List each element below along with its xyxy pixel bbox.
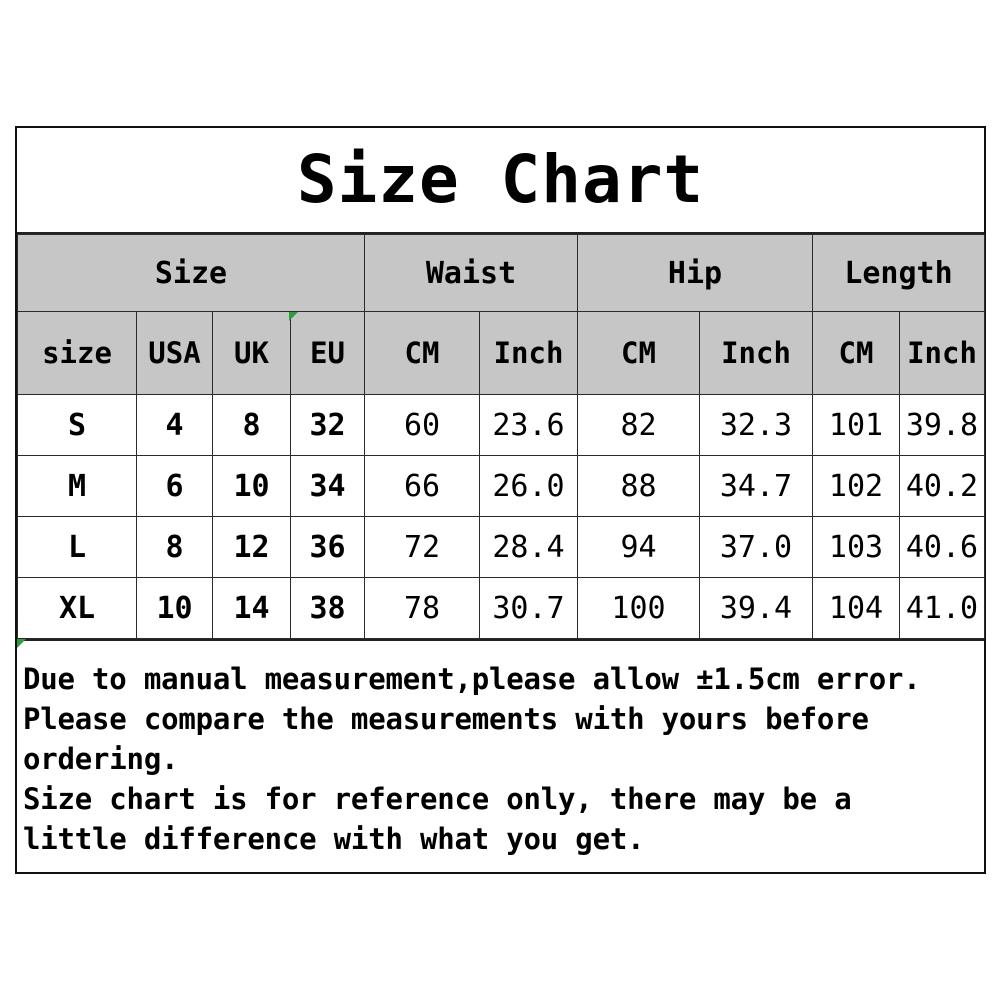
cell-3-8: 104 — [812, 577, 900, 639]
table-row: XL 10 14 38 78 30.7 100 39.4 104 41.0 — [17, 577, 985, 639]
cell-2-8: 103 — [812, 516, 900, 578]
page-title: Size Chart — [296, 141, 705, 218]
cell-1-8: 102 — [812, 455, 900, 517]
cell-2-5: 28.4 — [479, 516, 578, 578]
note-line: Please compare the measurements with you… — [23, 702, 869, 736]
table-column-header-row: size USA UK EU CM Inch CM Inch CM Inch — [17, 311, 985, 395]
size-chart-card: Size Chart Size Waist Hip Length size USA UK EU… — [15, 126, 986, 874]
cell-2-3: 36 — [290, 516, 365, 578]
cell-0-2: 8 — [212, 394, 291, 456]
cell-2-0: L — [17, 516, 137, 578]
cell-3-7: 39.4 — [699, 577, 813, 639]
cell-0-0: S — [17, 394, 137, 456]
cell-1-6: 88 — [577, 455, 700, 517]
cell-2-1: 8 — [136, 516, 213, 578]
cell-1-1: 6 — [136, 455, 213, 517]
cell-3-4: 78 — [364, 577, 480, 639]
column-header-0: size — [17, 311, 137, 395]
column-header-2: UK — [212, 311, 291, 395]
column-header-4: CM — [364, 311, 480, 395]
note-line: little difference with what you get. — [23, 822, 645, 856]
cell-1-7: 34.7 — [699, 455, 813, 517]
cell-3-1: 10 — [136, 577, 213, 639]
cell-2-4: 72 — [364, 516, 480, 578]
table-row: L 8 12 36 72 28.4 94 37.0 103 40.6 — [17, 516, 985, 578]
table-row: M 6 10 34 66 26.0 88 34.7 102 40.2 — [17, 455, 985, 517]
cell-1-0: M — [17, 455, 137, 517]
cell-1-2: 10 — [212, 455, 291, 517]
cell-1-9: 40.2 — [899, 455, 985, 517]
cell-0-1: 4 — [136, 394, 213, 456]
cell-3-9: 41.0 — [899, 577, 985, 639]
size-chart-image: Size Chart Size Waist Hip Length size USA UK EU… — [0, 0, 1001, 1001]
cell-0-5: 23.6 — [479, 394, 578, 456]
cell-2-7: 37.0 — [699, 516, 813, 578]
column-header-9: Inch — [899, 311, 985, 395]
cell-0-3: 32 — [290, 394, 365, 456]
group-header-waist: Waist — [364, 234, 578, 312]
column-header-8: CM — [812, 311, 900, 395]
measurement-notes: Due to manual measurement,please allow ±… — [17, 639, 984, 859]
cell-3-2: 14 — [212, 577, 291, 639]
size-table: Size Waist Hip Length size USA UK EU CM Inch CM Inc… — [17, 234, 985, 639]
column-header-5: Inch — [479, 311, 578, 395]
cell-1-5: 26.0 — [479, 455, 578, 517]
cell-3-5: 30.7 — [479, 577, 578, 639]
title-band: Size Chart — [17, 128, 984, 234]
table-group-header-row: Size Waist Hip Length — [17, 234, 985, 312]
cell-0-7: 32.3 — [699, 394, 813, 456]
cell-0-9: 39.8 — [899, 394, 985, 456]
cell-3-0: XL — [17, 577, 137, 639]
column-header-1: USA — [136, 311, 213, 395]
group-header-size: Size — [17, 234, 365, 312]
cell-3-3: 38 — [290, 577, 365, 639]
cell-1-4: 66 — [364, 455, 480, 517]
table-row: S 4 8 32 60 23.6 82 32.3 101 39.8 — [17, 394, 985, 456]
group-header-hip: Hip — [577, 234, 813, 312]
note-line: Due to manual measurement,please allow ±… — [23, 662, 921, 696]
note-line: ordering. — [23, 742, 179, 776]
cell-0-4: 60 — [364, 394, 480, 456]
column-header-6: CM — [577, 311, 700, 395]
cell-3-6: 100 — [577, 577, 700, 639]
cell-0-8: 101 — [812, 394, 900, 456]
cell-1-3: 34 — [290, 455, 365, 517]
cell-2-9: 40.6 — [899, 516, 985, 578]
column-header-3: EU — [290, 311, 365, 395]
note-line: Size chart is for reference only, there … — [23, 782, 852, 816]
cell-2-2: 12 — [212, 516, 291, 578]
group-header-length: Length — [812, 234, 985, 312]
cell-2-6: 94 — [577, 516, 700, 578]
size-table-body: Size Waist Hip Length size USA UK EU CM Inch CM Inc… — [17, 234, 985, 639]
cell-0-6: 82 — [577, 394, 700, 456]
column-header-7: Inch — [699, 311, 813, 395]
